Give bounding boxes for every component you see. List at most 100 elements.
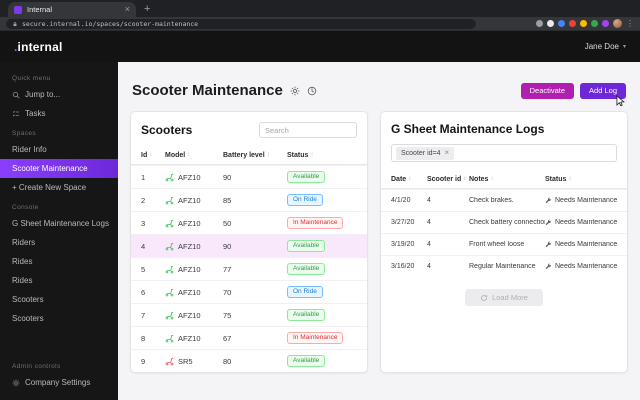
extension-icon[interactable] [536,20,543,27]
filter-input[interactable]: Scooter id=4 × [391,144,617,162]
tab-title: Internal [27,5,53,14]
sort-icon: ↕ [310,152,314,158]
status-badge: Available [287,239,326,253]
load-more-button[interactable]: Load More [465,289,543,306]
sidebar-item-label: Rides [12,276,33,285]
browser-tab[interactable]: Internal × [8,2,136,17]
scooter-icon [165,288,174,297]
sidebar-item-label: Tasks [25,109,46,118]
add-log-button[interactable]: Add Log [580,82,626,106]
cell-model: AFZ10 [165,173,223,182]
sidebar-item-scooter-maintenance[interactable]: Scooter Maintenance [0,159,118,178]
table-row[interactable]: 7 AFZ10 75 Available [131,303,367,326]
cell-id: 2 [141,195,146,205]
app-logo[interactable]: .internal [14,40,63,54]
cell-date: 4/1/20 [391,197,411,204]
cell-scooter-id: 4 [427,263,431,270]
extension-icon[interactable] [602,20,609,27]
tab-close-icon[interactable]: × [125,5,130,14]
scooter-icon [165,196,174,205]
cell-status: Needs Maintenance [545,263,617,270]
sort-icon: ↕ [408,176,412,182]
extension-icon[interactable] [558,20,565,27]
scooters-card-header: Scooters [131,112,367,146]
column-header-notes[interactable]: Notes ↕ [469,176,545,183]
table-row[interactable]: 9 SR5 80 Available [131,349,367,372]
new-tab-button[interactable]: + [144,4,150,15]
sidebar-item-scooters[interactable]: Scooters [0,290,118,309]
sidebar-item-company-settings[interactable]: Company Settings [0,373,118,392]
sidebar-item-tasks[interactable]: Tasks [0,104,118,123]
cell-date: 3/27/20 [391,219,415,226]
tasks-icon [12,110,20,118]
cell-model: SR5 [165,357,223,366]
sidebar-item-label: Riders [12,238,36,247]
table-row[interactable]: 1 AFZ10 90 Available [131,165,367,188]
search-input[interactable] [259,122,357,138]
profile-avatar[interactable] [613,19,622,28]
deactivate-button[interactable]: Deactivate [520,82,575,99]
cell-battery: 90 [223,172,232,182]
cell-status: In Maintenance [287,216,357,230]
cell-status: In Maintenance [287,331,357,345]
add-log-label: Add Log [589,86,617,95]
sidebar-item-rides[interactable]: Rides [0,252,118,271]
table-row[interactable]: 5 AFZ10 77 Available [131,257,367,280]
extension-icon[interactable] [580,20,587,27]
sidebar-item-label: Rider Info [12,145,47,154]
cell-date: 3/16/20 [391,263,415,270]
table-row[interactable]: 3/19/20 4 Front wheel loose Needs Mainte… [381,233,627,255]
wrench-icon [545,263,552,270]
user-name: Jane Doe [584,42,619,51]
sidebar-item-gsheet-maintenance-logs[interactable]: G Sheet Maintenance Logs [0,214,118,233]
cell-battery: 90 [223,241,232,251]
table-row-selected[interactable]: 4 AFZ10 90 Available [131,234,367,257]
sidebar-item-scooters[interactable]: Scooters [0,309,118,328]
status-badge: Available [287,308,326,322]
cell-status: Available [287,354,357,368]
extensions-row: ⋮ [536,19,634,28]
column-header-battery-level[interactable]: Battery level ↕ [223,152,287,159]
filter-chip[interactable]: Scooter id=4 × [396,146,455,160]
user-menu[interactable]: Jane Doe ▾ [585,42,626,51]
sidebar-item-riders[interactable]: Riders [0,233,118,252]
table-row[interactable]: 3 AFZ10 50 In Maintenance [131,211,367,234]
scooter-icon [165,357,174,366]
column-header-id[interactable]: Id ↕ [141,152,165,159]
table-row[interactable]: 2 AFZ10 85 On Ride [131,188,367,211]
address-bar[interactable]: secure.internal.io/spaces/scooter-mainte… [6,18,476,29]
extension-icon[interactable] [547,20,554,27]
gear-icon [12,379,20,387]
sidebar-item-create-new-space[interactable]: + Create New Space [0,178,118,197]
cell-battery: 67 [223,333,232,343]
wrench-icon [545,197,552,204]
browser-menu-icon[interactable]: ⋮ [626,19,634,28]
table-row[interactable]: 3/27/20 4 Check battery connections Need… [381,211,627,233]
cell-model: AFZ10 [165,311,223,320]
table-row[interactable]: 3/16/20 4 Regular Maintenance Needs Main… [381,255,627,277]
sidebar-item-jump-to[interactable]: Jump to... [0,85,118,104]
column-header-scooter-id[interactable]: Scooter id ↕ [427,176,469,183]
settings-gear-icon[interactable] [290,86,300,96]
logs-table-header: Date ↕ Scooter id ↕ Notes ↕ Status ↕ [381,170,627,189]
cell-battery: 77 [223,264,232,274]
filter-chip-label: Scooter id=4 [401,149,441,157]
column-header-date[interactable]: Date ↕ [391,176,427,183]
sidebar-item-rides[interactable]: Rides [0,271,118,290]
chip-close-icon[interactable]: × [445,149,450,157]
page-header: Scooter Maintenance Deactivate Add Log [132,82,626,106]
column-header-status[interactable]: Status ↕ [545,176,617,183]
history-icon[interactable] [307,86,317,96]
table-row[interactable]: 6 AFZ10 70 On Ride [131,280,367,303]
table-row[interactable]: 4/1/20 4 Check brakes. Needs Maintenance [381,189,627,211]
extension-icon[interactable] [569,20,576,27]
sort-icon: ↕ [490,176,494,182]
column-header-model[interactable]: Model ↕ [165,152,223,159]
extension-icon[interactable] [591,20,598,27]
table-row[interactable]: 8 AFZ10 67 In Maintenance [131,326,367,349]
cell-status: Needs Maintenance [545,241,617,248]
section-label-spaces: Spaces [12,130,37,137]
sidebar-item-rider-info[interactable]: Rider Info [0,140,118,159]
column-header-status[interactable]: Status ↕ [287,152,357,159]
